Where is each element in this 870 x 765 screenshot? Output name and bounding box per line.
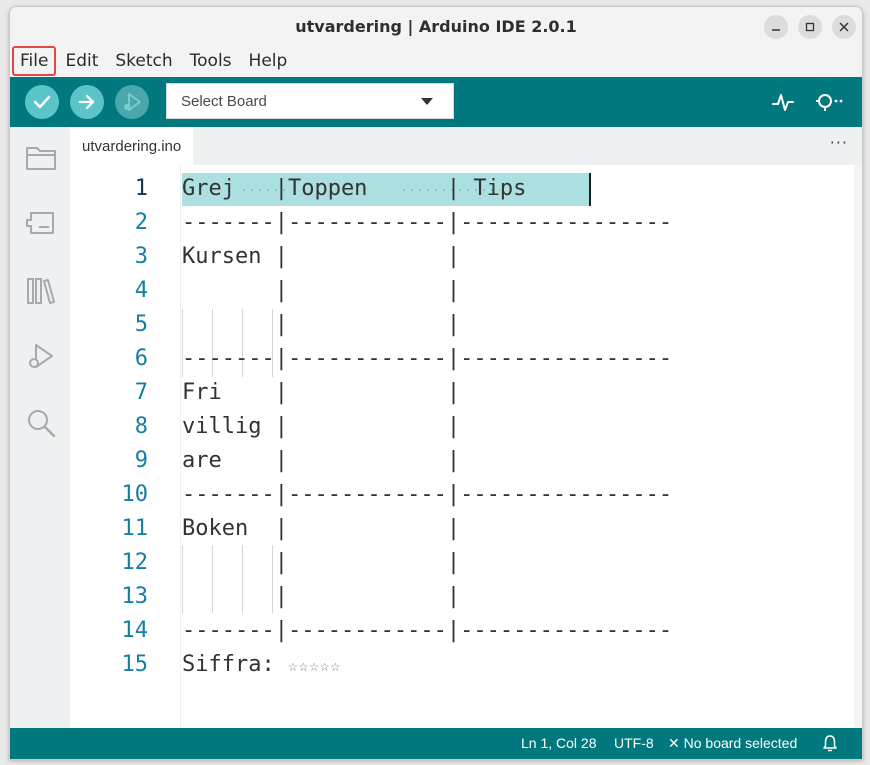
line-number: 1 <box>134 176 148 201</box>
line-number: 9 <box>134 448 148 473</box>
status-bar: Ln 1, Col 28 UTF-8 ✕ No board selected <box>10 728 862 759</box>
menu-tools[interactable]: Tools <box>182 46 240 76</box>
code-editor[interactable]: 1 Grej |Toppen | Tips 2 -------|--------… <box>70 165 862 728</box>
menu-help[interactable]: Help <box>241 46 296 76</box>
maximize-button[interactable] <box>798 15 822 39</box>
sketchbook-button[interactable] <box>23 139 59 175</box>
line-number: 4 <box>134 278 148 303</box>
code-line: villig | | <box>182 414 461 439</box>
code-line: | | <box>182 312 461 337</box>
close-button[interactable] <box>832 15 856 39</box>
more-options-icon[interactable]: ··· <box>830 133 848 152</box>
ide-window: utvardering | Arduino IDE 2.0.1 File Edi… <box>9 6 863 760</box>
serial-plotter-button[interactable] <box>770 89 796 115</box>
library-icon <box>27 278 55 304</box>
line-number: 13 <box>121 584 149 609</box>
code-line: -------|------------|---------------- <box>182 618 673 643</box>
boards-manager-button[interactable] <box>23 205 59 241</box>
code-line: Kursen | | <box>182 244 461 269</box>
tab-utvardering-ino[interactable]: utvardering.ino <box>70 127 194 165</box>
star-rating: ☆☆☆☆☆ <box>287 656 342 675</box>
code-line: | | <box>182 550 461 575</box>
search-panel-button[interactable] <box>23 405 59 441</box>
vertical-scrollbar[interactable] <box>854 165 862 728</box>
line-number: 6 <box>134 346 148 371</box>
code-line: Siffra: ☆☆☆☆☆ <box>182 652 341 677</box>
title-bar: utvardering | Arduino IDE 2.0.1 <box>10 7 862 45</box>
cursor-position[interactable]: Ln 1, Col 28 <box>521 735 597 751</box>
code-line: -------|------------|---------------- <box>182 482 673 507</box>
sidebar <box>10 127 70 728</box>
verify-button[interactable] <box>25 85 59 119</box>
encoding[interactable]: UTF-8 <box>614 735 654 751</box>
line-number: 8 <box>134 414 148 439</box>
library-manager-button[interactable] <box>23 273 59 309</box>
menu-file[interactable]: File <box>12 46 57 76</box>
folder-icon <box>26 147 56 170</box>
line-number: 11 <box>121 516 149 541</box>
bell-icon <box>823 735 837 752</box>
line-number: 2 <box>134 210 148 235</box>
line-number: 15 <box>121 652 149 677</box>
menu-edit[interactable]: Edit <box>57 46 106 76</box>
search-icon <box>28 410 56 438</box>
board-status-label: No board selected <box>683 735 798 751</box>
menu-sketch[interactable]: Sketch <box>107 46 180 76</box>
close-icon <box>839 22 849 32</box>
debug-icon <box>124 93 141 111</box>
debug-button[interactable] <box>115 85 149 119</box>
minimize-icon <box>772 29 780 31</box>
line-number: 5 <box>134 312 148 337</box>
menu-bar: File Edit Sketch Tools Help <box>10 45 862 77</box>
line-number: 12 <box>121 550 149 575</box>
maximize-icon <box>805 22 815 32</box>
code-line: Grej |Toppen | Tips <box>182 176 527 201</box>
x-icon: ✕ <box>668 735 680 751</box>
debug-icon <box>29 344 53 368</box>
text-cursor <box>589 173 591 206</box>
code-line: -------|------------|---------------- <box>182 210 673 235</box>
upload-button[interactable] <box>70 85 104 119</box>
toolbar: Select Board <box>10 77 862 127</box>
code-line: are | | <box>182 448 461 473</box>
checkmark-icon <box>33 95 51 109</box>
code-line: | | <box>182 278 461 303</box>
arrow-right-icon <box>78 94 95 110</box>
tab-bar: utvardering.ino ··· <box>70 127 862 165</box>
line-number: 7 <box>134 380 148 405</box>
code-line: Boken | | <box>182 516 461 541</box>
serial-monitor-button[interactable] <box>814 89 846 115</box>
line-number: 14 <box>121 618 149 643</box>
code-line: -------|------------|---------------- <box>182 346 673 371</box>
line-number: 10 <box>121 482 149 507</box>
minimize-button[interactable] <box>764 15 788 39</box>
board-select-label: Select Board <box>181 93 267 110</box>
code-text: Siffra: <box>182 652 288 677</box>
debug-panel-button[interactable] <box>23 339 59 375</box>
board-icon <box>26 212 54 234</box>
notifications-button[interactable] <box>822 734 838 755</box>
board-select-dropdown[interactable]: Select Board <box>166 83 454 119</box>
board-status[interactable]: ✕ No board selected <box>668 735 797 752</box>
line-number: 3 <box>134 244 148 269</box>
chevron-down-icon <box>421 98 433 105</box>
magnifier-dots-icon <box>816 94 843 111</box>
code-line: Fri | | <box>182 380 461 405</box>
code-line: | | <box>182 584 461 609</box>
window-title: utvardering | Arduino IDE 2.0.1 <box>295 17 577 36</box>
pulse-icon <box>772 94 794 111</box>
